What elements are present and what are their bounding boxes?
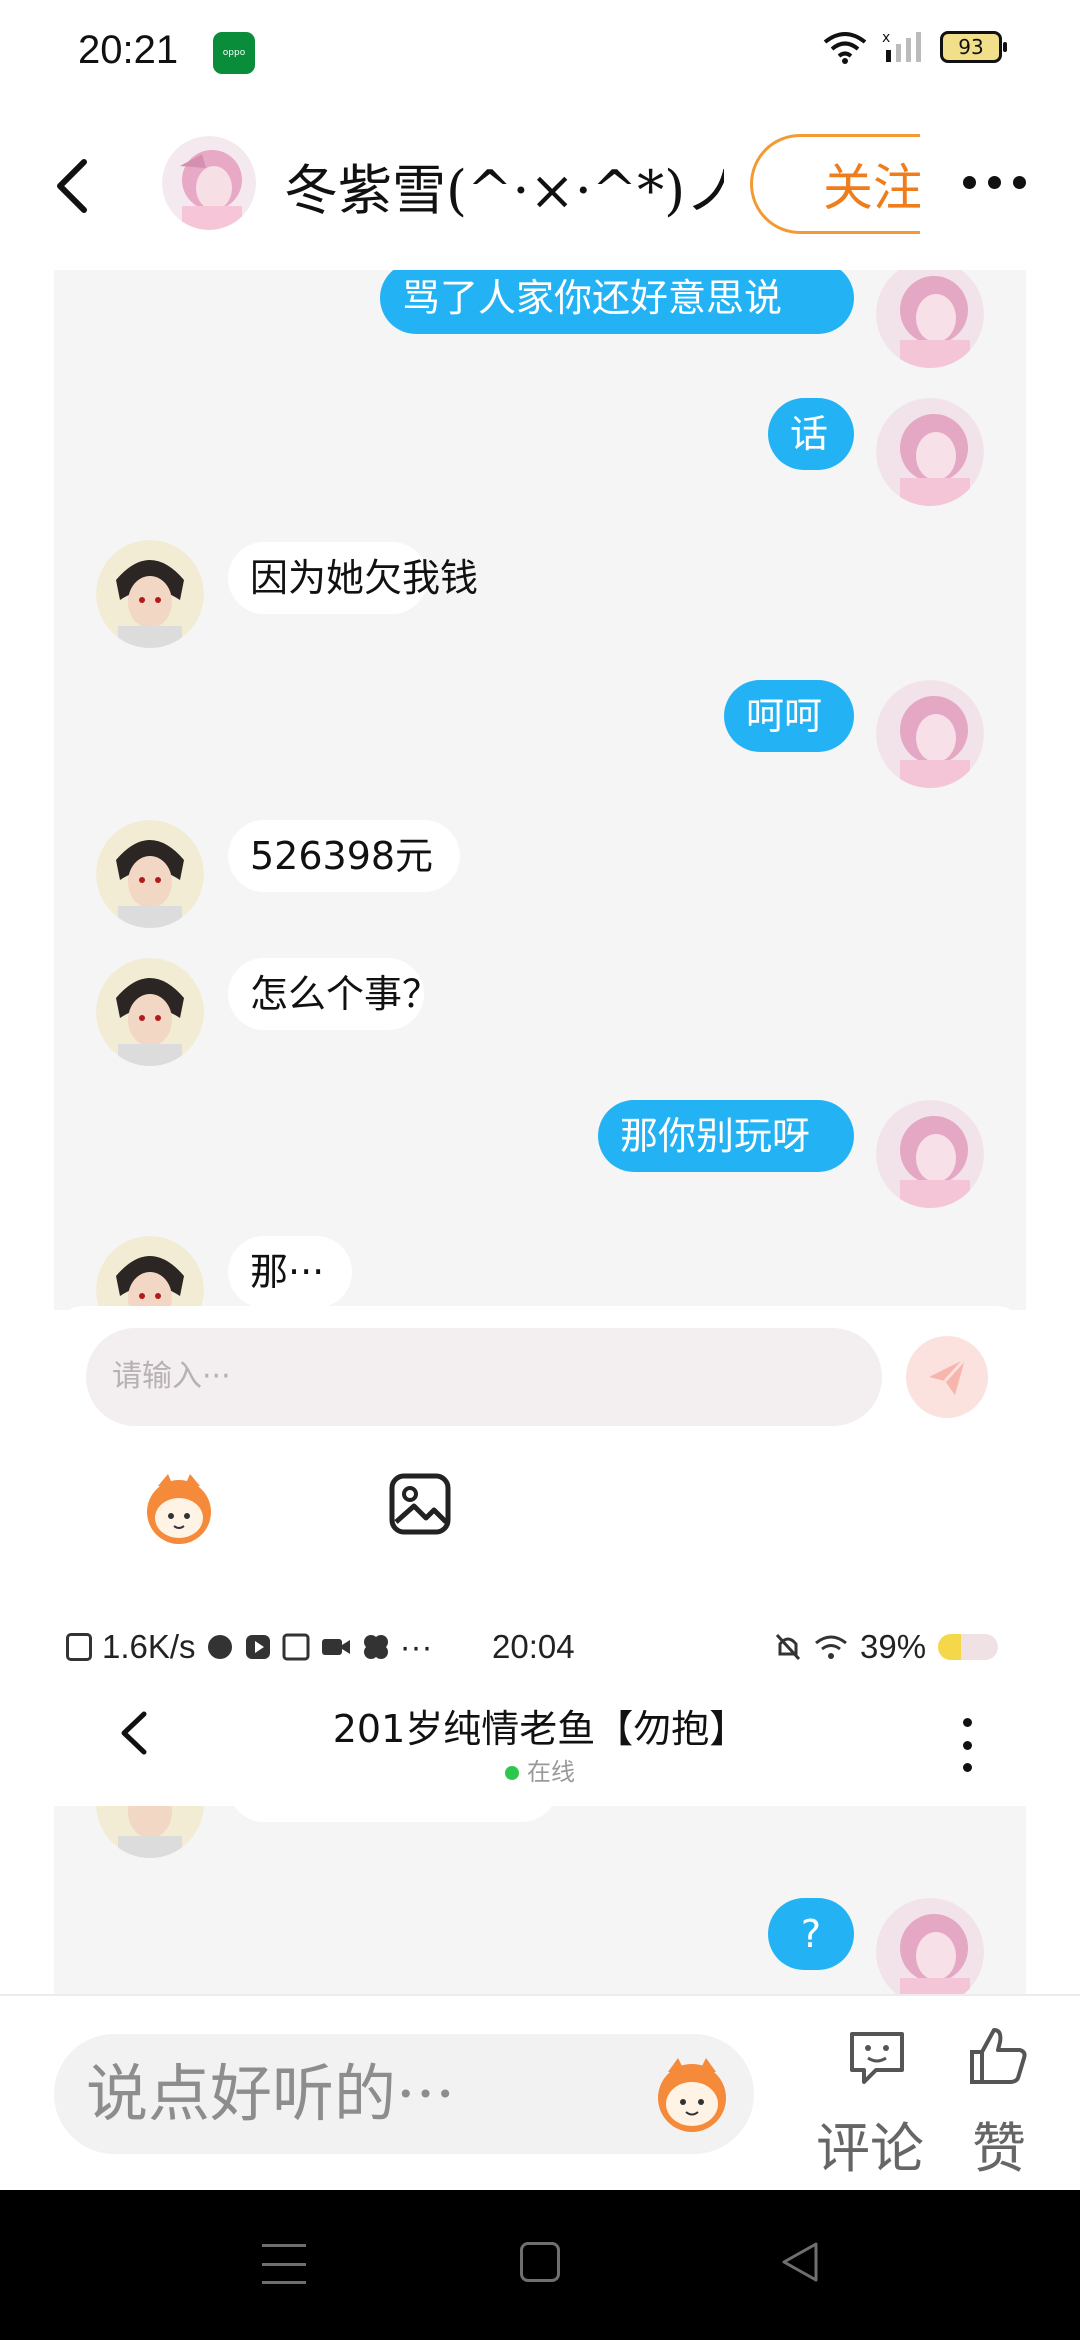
like-label[interactable]: 赞	[972, 2104, 1026, 2183]
message-bubble[interactable]: 呵呵	[724, 680, 854, 752]
message-bubble[interactable]: 因为她欠我钱	[228, 542, 478, 614]
svg-text:x: x	[882, 30, 890, 46]
close-box-icon	[66, 1633, 92, 1661]
back-button[interactable]	[116, 1704, 152, 1772]
message-bubble[interactable]: 话	[768, 398, 854, 470]
s-app-icon	[282, 1633, 310, 1661]
message-row-incoming: 526398元	[54, 820, 1026, 930]
send-button[interactable]	[906, 1336, 988, 1418]
wifi-icon	[823, 32, 867, 64]
contact-avatar[interactable]	[96, 958, 204, 1066]
send-icon	[929, 1357, 967, 1395]
menu-line-icon	[262, 2244, 306, 2247]
app-badge-icon: oppo	[213, 32, 255, 74]
system-nav-bar	[0, 2190, 1080, 2340]
message-row-incoming: 因为她欠我钱	[54, 540, 1026, 650]
message-bubble[interactable]: 骂了人家你还好意思说	[380, 270, 854, 334]
user-avatar[interactable]	[876, 1100, 984, 1208]
mascot-emoji-icon[interactable]	[138, 1466, 220, 1548]
comment-label[interactable]: 评论	[816, 2104, 924, 2183]
message-row-incoming: 怎么个事？	[54, 958, 1026, 1068]
battery-icon: 93	[940, 31, 1007, 63]
back-button[interactable]	[52, 156, 112, 226]
dot-icon	[962, 1740, 972, 1750]
menu-line-icon	[262, 2281, 306, 2284]
more-options-button[interactable]	[954, 162, 1034, 202]
chat-header: 冬紫雪(^·×·^*)ノ 关注	[0, 106, 1080, 271]
menu-line-icon	[262, 2262, 306, 2266]
message-bubble[interactable]: ?	[768, 1898, 854, 1970]
chat-header-secondary: 201岁纯情老鱼【勿抱】 在线	[0, 1690, 1080, 1806]
mascot-emoji-icon[interactable]	[646, 2052, 738, 2136]
follow-button[interactable]: 关注	[750, 134, 920, 234]
signal-icon: x	[882, 30, 921, 62]
recent-apps-button[interactable]	[262, 2244, 306, 2284]
status-indicators: x 93	[822, 30, 1007, 64]
status-bar-secondary: 1.6K/s ··· 20:04 39%	[0, 1620, 1080, 1680]
chevron-left-icon	[57, 159, 87, 213]
dot-icon	[962, 175, 976, 189]
image-icon[interactable]	[388, 1472, 452, 1536]
user-avatar[interactable]	[876, 1898, 984, 1994]
dot-icon	[962, 1718, 972, 1727]
comment-bar: 说点好听的··· 评论 赞	[0, 1994, 1080, 2190]
message-row-outgoing: 呵呵	[54, 680, 1026, 790]
status-right-group: 39%	[774, 1628, 999, 1666]
battery-fill	[938, 1634, 962, 1660]
comment-icon[interactable]	[846, 2026, 908, 2088]
online-status: 在线	[220, 1752, 860, 1787]
play-icon	[245, 1635, 270, 1659]
message-bubble[interactable]: 哈哈天生天找	[228, 1806, 558, 1822]
contact-avatar[interactable]	[96, 820, 204, 928]
chat-title: 201岁纯情老鱼【勿抱】	[332, 1707, 748, 1751]
message-row-incoming: 哈哈天生天找	[54, 1806, 1026, 1860]
wifi-icon	[815, 1635, 847, 1659]
battery-percent: 39%	[860, 1628, 927, 1665]
chat-message-list-secondary[interactable]: 哈哈天生天找 ?	[54, 1806, 1026, 1994]
chat-message-list[interactable]: 骂了人家你还好意思说 话 因为她欠我钱 呵呵 526398元 怎么个事？ 那你别…	[54, 270, 1026, 1310]
user-avatar[interactable]	[876, 398, 984, 506]
contact-avatar[interactable]	[96, 1236, 204, 1310]
user-avatar[interactable]	[876, 270, 984, 368]
dot-icon	[962, 1763, 972, 1772]
thumbs-up-icon[interactable]	[966, 2024, 1030, 2088]
overflow-indicator: ···	[399, 1628, 433, 1665]
message-input[interactable]: 请输入···	[86, 1328, 882, 1426]
video-icon	[321, 1639, 350, 1655]
message-composer: 请输入···	[54, 1306, 1026, 1606]
message-bubble[interactable]: 那你别玩呀	[598, 1100, 854, 1172]
dot-icon	[987, 175, 1001, 189]
status-time-secondary: 20:04	[492, 1628, 575, 1665]
dot-icon	[1012, 175, 1026, 189]
status-bar: 20:21 oppo x 93	[0, 0, 1080, 106]
pinwheel-icon	[363, 1635, 388, 1659]
more-options-button[interactable]	[958, 1718, 976, 1772]
chevron-left-icon	[121, 1711, 147, 1755]
online-status-label: 在线	[527, 1758, 575, 1786]
contact-name: 冬紫雪(^·×·^*)ノ	[284, 159, 724, 222]
contact-avatar[interactable]	[96, 1806, 204, 1858]
back-triangle-icon[interactable]	[778, 2240, 822, 2284]
leaf-icon	[207, 1635, 232, 1659]
contact-avatar[interactable]	[162, 136, 256, 230]
online-dot-icon	[505, 1766, 519, 1780]
message-row-outgoing: 话	[54, 398, 1026, 508]
message-bubble[interactable]: 怎么个事？	[228, 958, 440, 1030]
message-bubble[interactable]: 526398元	[228, 820, 460, 892]
status-time: 20:21	[78, 28, 179, 72]
message-bubble[interactable]: 那···	[228, 1236, 352, 1308]
battery-icon	[938, 1634, 999, 1660]
contact-avatar[interactable]	[96, 540, 204, 648]
message-row-outgoing: ?	[54, 1898, 1026, 1994]
net-speed: 1.6K/s	[102, 1628, 196, 1665]
user-avatar[interactable]	[876, 680, 984, 788]
message-row-outgoing: 骂了人家你还好意思说	[54, 270, 1026, 368]
message-row-incoming: 那···	[54, 1236, 1026, 1310]
mute-bell-icon	[775, 1633, 801, 1661]
message-row-outgoing: 那你别玩呀	[54, 1100, 1026, 1210]
home-button[interactable]	[520, 2242, 560, 2282]
status-left-group: 1.6K/s ···	[66, 1628, 433, 1666]
